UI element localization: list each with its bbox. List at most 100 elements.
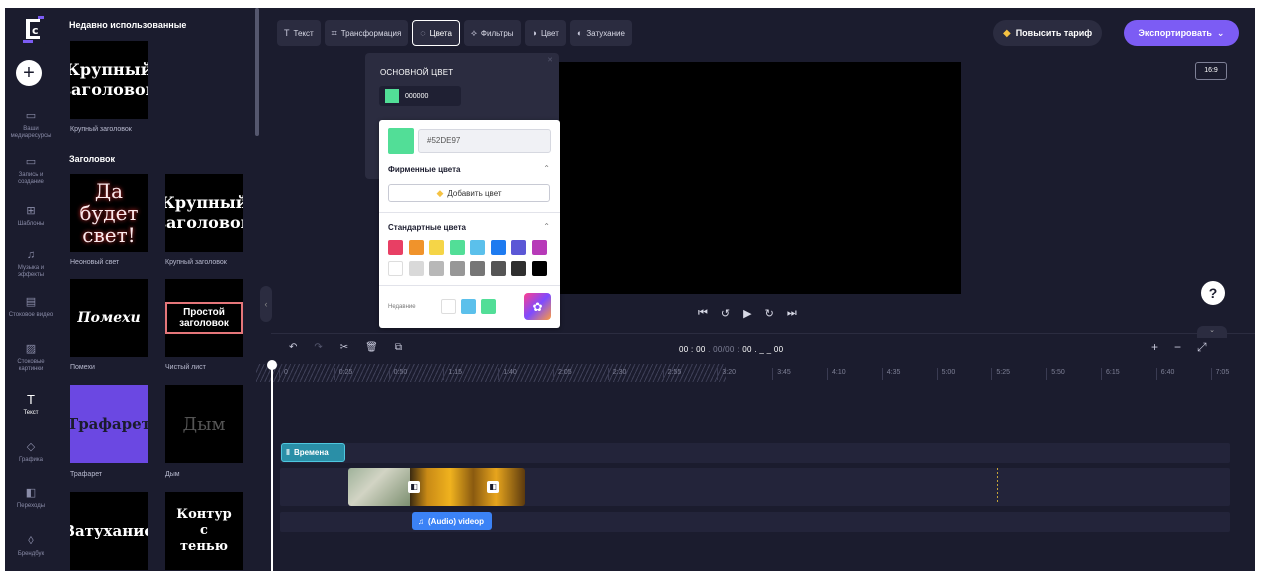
rail-label: Шаблоны	[17, 221, 45, 227]
color-swatch[interactable]	[429, 240, 444, 255]
rail-item-stock-video[interactable]: ▤ Стоковое видео	[5, 296, 57, 319]
expand-panel-handle[interactable]: ⌄	[1197, 326, 1227, 338]
forward-5s-icon[interactable]: ↻	[765, 307, 774, 320]
chevron-up-icon[interactable]: ⌃	[543, 222, 550, 231]
add-media-button[interactable]: +	[16, 60, 42, 86]
rail-item-templates[interactable]: ⊞ Шаблоны	[5, 205, 57, 228]
palette-icon[interactable]: ✿	[524, 293, 551, 320]
recent-color-swatch[interactable]	[441, 299, 456, 314]
color-swatch[interactable]	[490, 240, 506, 255]
tab-color-adjust[interactable]: ◑ Цвет	[524, 20, 566, 46]
text-clip[interactable]: ‖ Времена	[281, 443, 345, 462]
color-swatch[interactable]	[470, 240, 485, 255]
video-thumbnail	[410, 468, 525, 506]
timeline-ruler[interactable]: 0 0:25 0:50 1:15 1:40 2:05 2:30 2:55 3:20 3:45 4:1…	[279, 364, 1255, 382]
template-tile[interactable]: Да будет свет!	[70, 174, 148, 252]
audio-clip[interactable]: ♫ (Audio) videop	[412, 512, 492, 530]
chevron-down-icon: ⌄	[1216, 27, 1225, 38]
rail-item-music[interactable]: ♫ Музыка и эффекты	[5, 249, 57, 279]
redo-icon[interactable]: ↷	[314, 342, 322, 353]
hex-input[interactable]: #52DE97	[418, 129, 551, 153]
ruler-tick: 2:05	[553, 368, 572, 380]
skip-back-icon[interactable]: ⏮	[698, 307, 708, 320]
undo-icon[interactable]: ↶	[289, 342, 297, 353]
drag-handle-icon[interactable]: ‖	[286, 448, 290, 457]
color-swatch[interactable]	[511, 261, 526, 276]
color-swatch[interactable]	[449, 261, 465, 276]
rail-item-stock-images[interactable]: ▨ Стоковые картинки	[5, 343, 57, 373]
template-tile[interactable]: Крупный заголовок	[165, 174, 243, 252]
tab-filters[interactable]: ⟡ Фильтры	[463, 20, 521, 46]
divider	[379, 212, 560, 213]
tab-text[interactable]: T Текст	[277, 20, 321, 46]
music-icon: ♫	[26, 249, 36, 261]
collapse-panel-handle[interactable]: ‹	[260, 286, 272, 322]
ruler-tick: 4:35	[881, 368, 900, 380]
tab-fade[interactable]: ◐ Затухание	[569, 20, 632, 46]
template-tile[interactable]: Трафарет	[70, 385, 148, 463]
zoom-out-icon[interactable]: −	[1174, 340, 1181, 355]
rail-item-graphics[interactable]: ◇ Графика	[5, 441, 57, 464]
tab-colors[interactable]: ◌ Цвета	[412, 20, 460, 46]
help-button[interactable]: ?	[1201, 281, 1225, 305]
playhead[interactable]	[271, 363, 273, 571]
skip-forward-icon[interactable]: ⏭	[787, 307, 797, 320]
primary-color-swatch[interactable]: 000000	[379, 86, 461, 106]
template-tile[interactable]: Контур с тенью	[165, 492, 243, 570]
timecode: 00 : 00 . 00/00 : 00 . _ _ 00	[679, 345, 783, 354]
transition-icon[interactable]: ◧	[408, 481, 420, 493]
zoom-in-icon[interactable]: +	[1151, 340, 1158, 355]
ruler-tick: 6:40	[1155, 368, 1174, 380]
recent-color-swatch[interactable]	[481, 299, 496, 314]
template-tile[interactable]: Крупный заголовок	[70, 41, 148, 119]
color-swatch[interactable]	[511, 240, 526, 255]
fit-icon[interactable]: ⤢	[1197, 340, 1207, 355]
color-swatch[interactable]	[470, 261, 485, 276]
timecode-total: 00 . _ _ 00	[742, 345, 784, 354]
rail-item-text[interactable]: T Текст	[5, 393, 57, 417]
image-icon: ▨	[25, 343, 37, 355]
panel-scrollbar[interactable]	[255, 8, 259, 136]
ruler-tick: 1:40	[498, 368, 517, 380]
export-button[interactable]: Экспортировать ⌄	[1124, 20, 1239, 46]
rail-item-brand[interactable]: ◊ Брендбук	[5, 535, 57, 558]
play-icon[interactable]: ▶	[743, 307, 751, 320]
split-icon[interactable]: ✂	[340, 342, 348, 353]
rail-item-media[interactable]: ▭ Ваши медиаресурсы	[5, 110, 57, 140]
template-tile[interactable]: Затухание	[70, 492, 148, 570]
rail-label: Запись и создание	[18, 172, 44, 185]
color-swatch[interactable]	[408, 261, 424, 276]
rewind-5s-icon[interactable]: ↺	[721, 307, 730, 320]
template-tile[interactable]: Дым	[165, 385, 243, 463]
color-swatch[interactable]	[429, 261, 444, 276]
zoom-controls: + − ⤢	[1151, 340, 1207, 355]
playhead-handle[interactable]	[267, 360, 277, 370]
color-swatch[interactable]	[388, 261, 403, 276]
detach-audio-icon[interactable]: ⧉	[395, 342, 402, 353]
template-tile[interactable]: Помехи	[70, 279, 148, 357]
delete-icon[interactable]: 🗑	[365, 342, 378, 353]
color-swatch[interactable]	[531, 240, 547, 255]
upgrade-plan-button[interactable]: ◆ Повысить тариф	[993, 20, 1103, 46]
color-swatch[interactable]	[490, 261, 506, 276]
tile-caption: Трафарет	[70, 471, 103, 478]
color-swatch[interactable]	[408, 240, 424, 255]
recent-color-swatch[interactable]	[461, 299, 476, 314]
tab-transform[interactable]: ⌗ Трансформация	[324, 20, 409, 46]
close-icon[interactable]: ✕	[547, 56, 553, 64]
rail-item-record[interactable]: ▭ Запись и создание	[5, 156, 57, 186]
color-swatch[interactable]	[449, 240, 465, 255]
aspect-ratio-button[interactable]: 16:9	[1195, 62, 1227, 80]
rail-item-transitions[interactable]: ◧ Переходы	[5, 487, 57, 510]
color-swatch[interactable]	[388, 240, 403, 255]
video-preview[interactable]	[558, 62, 961, 294]
transition-icon[interactable]: ◧	[487, 481, 499, 493]
color-swatch[interactable]	[531, 261, 547, 276]
editor-app: c + ▭ Ваши медиаресурсы ▭ Запись и созда…	[5, 8, 1255, 571]
add-color-button[interactable]: ◆ Добавить цвет	[388, 184, 550, 202]
chevron-up-icon[interactable]: ⌃	[543, 164, 550, 173]
ruler-tick: 2:30	[607, 368, 626, 380]
template-tile[interactable]: Простой заголовок	[165, 279, 243, 357]
timeline-tools: ↶ ↷ ✂ 🗑 ⧉	[289, 342, 402, 353]
clipchamp-logo[interactable]: c	[18, 14, 48, 44]
